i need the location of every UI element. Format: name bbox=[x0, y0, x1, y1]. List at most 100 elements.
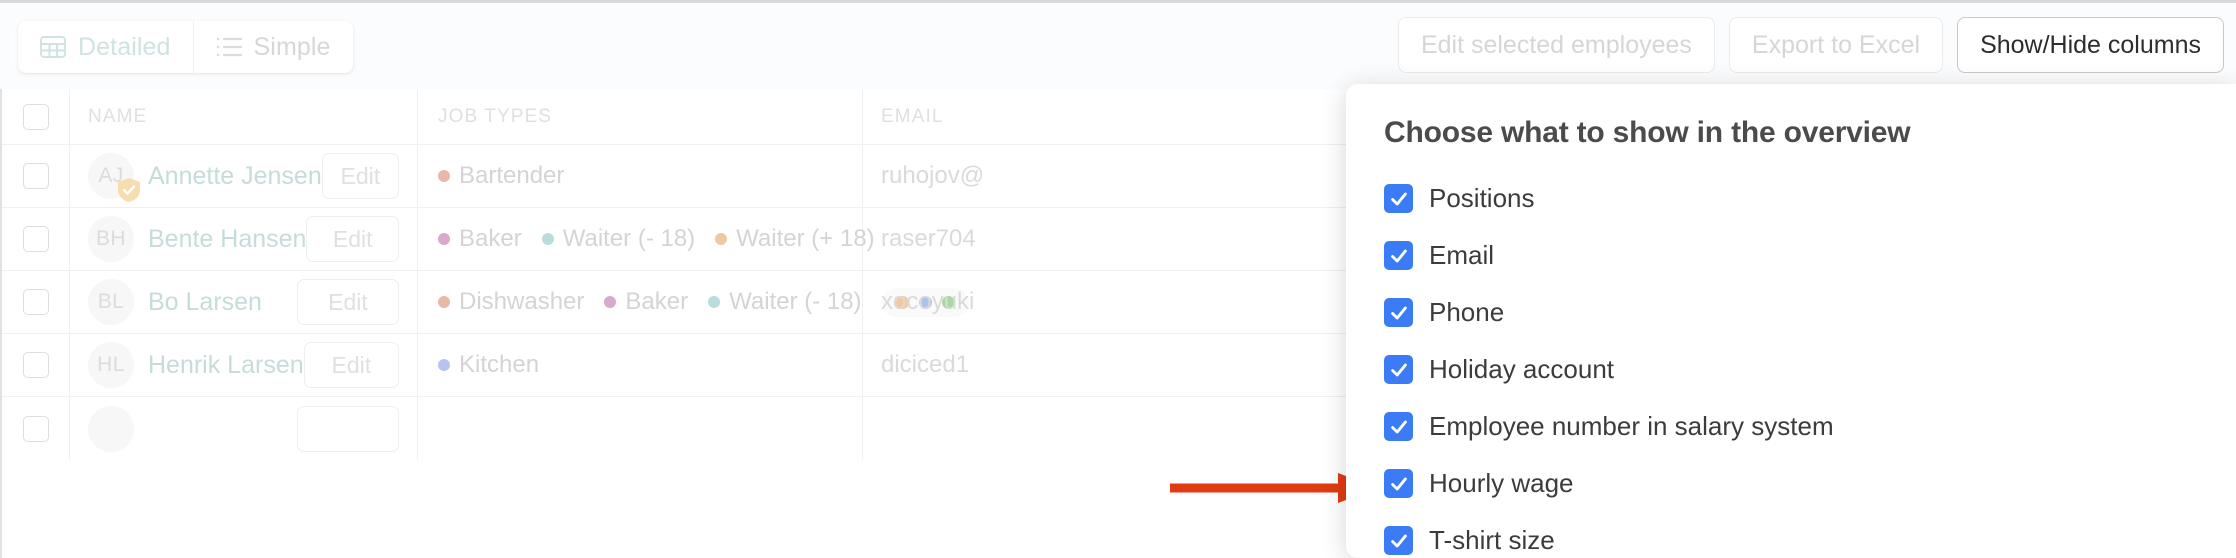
grid-icon bbox=[40, 35, 66, 59]
job-type-color-dot-icon bbox=[604, 296, 617, 308]
column-header-name-cell: NAME bbox=[70, 89, 418, 144]
job-type-tag: Baker bbox=[438, 225, 522, 253]
row-select-checkbox[interactable] bbox=[22, 415, 49, 442]
edit-selected-employees-label: Edit selected employees bbox=[1420, 30, 1692, 59]
column-visibility-item[interactable]: Phone bbox=[1346, 284, 2236, 341]
toolbar: Detailed Simple Edit selected employees … bbox=[0, 3, 2236, 89]
email-value: ruhojov@ bbox=[881, 162, 985, 189]
show-hide-columns-dropdown: Choose what to show in the overview Posi… bbox=[1346, 84, 2236, 558]
avatar-initials: BH bbox=[88, 216, 134, 262]
column-visibility-item[interactable]: Holiday account bbox=[1346, 341, 2236, 398]
employee-name-cell bbox=[70, 397, 418, 460]
job-types-cell bbox=[418, 397, 863, 460]
column-visibility-checkbox[interactable] bbox=[1384, 412, 1413, 441]
job-types-cell: Dishwasher Baker Waiter (- 18) bbox=[418, 271, 969, 333]
select-all-cell bbox=[2, 89, 70, 144]
column-visibility-item[interactable]: Employee number in salary system bbox=[1346, 398, 2236, 455]
edit-employee-button[interactable]: Edit bbox=[303, 342, 399, 388]
employee-name-cell: BL Bo Larsen Edit bbox=[70, 271, 418, 333]
job-type-label: Baker bbox=[625, 288, 689, 315]
edit-employee-button[interactable]: Edit bbox=[297, 279, 399, 325]
view-mode-detailed[interactable]: Detailed bbox=[18, 21, 193, 73]
column-visibility-list: Positions Email Phone Holiday account Employ… bbox=[1346, 170, 2236, 558]
employee-name-link[interactable]: Henrik Larsen bbox=[148, 351, 304, 380]
column-visibility-item[interactable]: Email bbox=[1346, 227, 2236, 284]
verified-shield-icon bbox=[118, 178, 140, 202]
row-select-cell bbox=[2, 334, 70, 396]
view-mode-toggle[interactable]: Detailed Simple bbox=[18, 21, 353, 73]
job-type-tag: Baker bbox=[604, 288, 688, 316]
column-visibility-checkbox[interactable] bbox=[1384, 184, 1413, 213]
column-header-jobtypes: JOB TYPES bbox=[438, 105, 553, 127]
employee-overview-screen: Detailed Simple Edit selected employees … bbox=[0, 0, 2236, 558]
edit-employee-button[interactable]: Edit bbox=[306, 216, 399, 262]
dropdown-title: Choose what to show in the overview bbox=[1384, 116, 1911, 149]
job-type-label: Bartender bbox=[459, 162, 565, 189]
row-select-checkbox[interactable] bbox=[22, 352, 49, 378]
job-type-label: Kitchen bbox=[459, 351, 540, 378]
column-visibility-label: Positions bbox=[1429, 183, 1535, 213]
email-value: diciced1 bbox=[881, 351, 970, 378]
column-visibility-item[interactable]: Positions bbox=[1346, 170, 2236, 227]
job-type-color-dot-icon bbox=[708, 296, 721, 308]
job-type-color-dot-icon bbox=[541, 233, 554, 245]
job-type-label: Dishwasher bbox=[459, 288, 585, 315]
job-type-color-dot-icon bbox=[438, 359, 450, 371]
row-select-checkbox[interactable] bbox=[22, 226, 49, 252]
job-type-color-dot-icon bbox=[438, 233, 450, 245]
column-visibility-checkbox[interactable] bbox=[1384, 469, 1413, 498]
column-visibility-checkbox[interactable] bbox=[1384, 526, 1413, 555]
edit-employee-button[interactable]: Edit bbox=[321, 153, 399, 199]
employee-name-link[interactable]: Bente Hansen bbox=[148, 225, 306, 254]
job-type-tag: Dishwasher bbox=[438, 288, 584, 316]
column-header-jobtypes-cell: JOB TYPES bbox=[418, 89, 863, 144]
job-types-cell: Kitchen bbox=[418, 334, 863, 396]
column-visibility-label: T-shirt size bbox=[1429, 525, 1555, 555]
edit-employee-button[interactable] bbox=[297, 405, 399, 452]
job-type-label: Waiter (- 18) bbox=[729, 288, 862, 315]
avatar: HL bbox=[88, 342, 134, 388]
show-hide-columns-label: Show/Hide columns bbox=[1980, 30, 2201, 59]
job-type-tag: Kitchen bbox=[438, 351, 539, 379]
email-value: xocoyuki bbox=[881, 288, 975, 315]
job-type-color-dot-icon bbox=[438, 296, 450, 308]
avatar-initials bbox=[88, 405, 134, 452]
job-type-tag: Waiter (+ 18) bbox=[715, 225, 875, 253]
avatar: BH bbox=[88, 216, 134, 262]
column-visibility-label: Hourly wage bbox=[1429, 468, 1574, 498]
job-type-label: Waiter (+ 18) bbox=[736, 225, 875, 252]
column-header-name: NAME bbox=[88, 105, 148, 127]
job-type-color-dot-icon bbox=[715, 233, 728, 245]
employee-name-link[interactable]: Annette Jensen bbox=[148, 162, 322, 191]
toolbar-actions: Edit selected employees Export to Excel … bbox=[1397, 17, 2224, 73]
column-visibility-item[interactable]: Hourly wage bbox=[1346, 455, 2236, 512]
view-mode-simple-label: Simple bbox=[253, 32, 331, 61]
job-type-color-dot-icon bbox=[438, 170, 450, 182]
job-types-cell: Baker Waiter (- 18) Waiter (+ 18) bbox=[418, 208, 875, 270]
column-visibility-label: Holiday account bbox=[1429, 354, 1614, 384]
job-type-tag: Waiter (- 18) bbox=[708, 288, 862, 316]
job-type-tag: Bartender bbox=[438, 162, 564, 190]
column-visibility-checkbox[interactable] bbox=[1384, 355, 1413, 384]
row-select-checkbox[interactable] bbox=[22, 289, 49, 315]
column-visibility-item[interactable]: T-shirt size bbox=[1346, 512, 2236, 558]
employee-name-link[interactable]: Bo Larsen bbox=[148, 288, 262, 317]
job-type-label: Waiter (- 18) bbox=[562, 225, 696, 252]
employee-name-cell: BH Bente Hansen Edit bbox=[70, 208, 418, 270]
export-to-excel-button[interactable]: Export to Excel bbox=[1728, 17, 1944, 73]
row-select-checkbox[interactable] bbox=[22, 163, 49, 189]
avatar-initials: BL bbox=[88, 279, 134, 325]
column-header-email: EMAIL bbox=[881, 105, 944, 127]
view-mode-simple[interactable]: Simple bbox=[192, 21, 353, 73]
show-hide-columns-button[interactable]: Show/Hide columns bbox=[1957, 17, 2224, 73]
avatar: AJ bbox=[88, 153, 140, 202]
row-select-cell bbox=[2, 145, 70, 207]
avatar-initials: HL bbox=[88, 342, 134, 388]
job-types-cell: Bartender bbox=[418, 145, 863, 207]
select-all-checkbox[interactable] bbox=[22, 103, 49, 130]
employee-name-cell: HL Henrik Larsen Edit bbox=[70, 334, 418, 396]
column-visibility-checkbox[interactable] bbox=[1384, 241, 1413, 270]
edit-selected-employees-button[interactable]: Edit selected employees bbox=[1397, 17, 1715, 73]
column-visibility-checkbox[interactable] bbox=[1384, 298, 1413, 327]
avatar bbox=[88, 405, 134, 452]
